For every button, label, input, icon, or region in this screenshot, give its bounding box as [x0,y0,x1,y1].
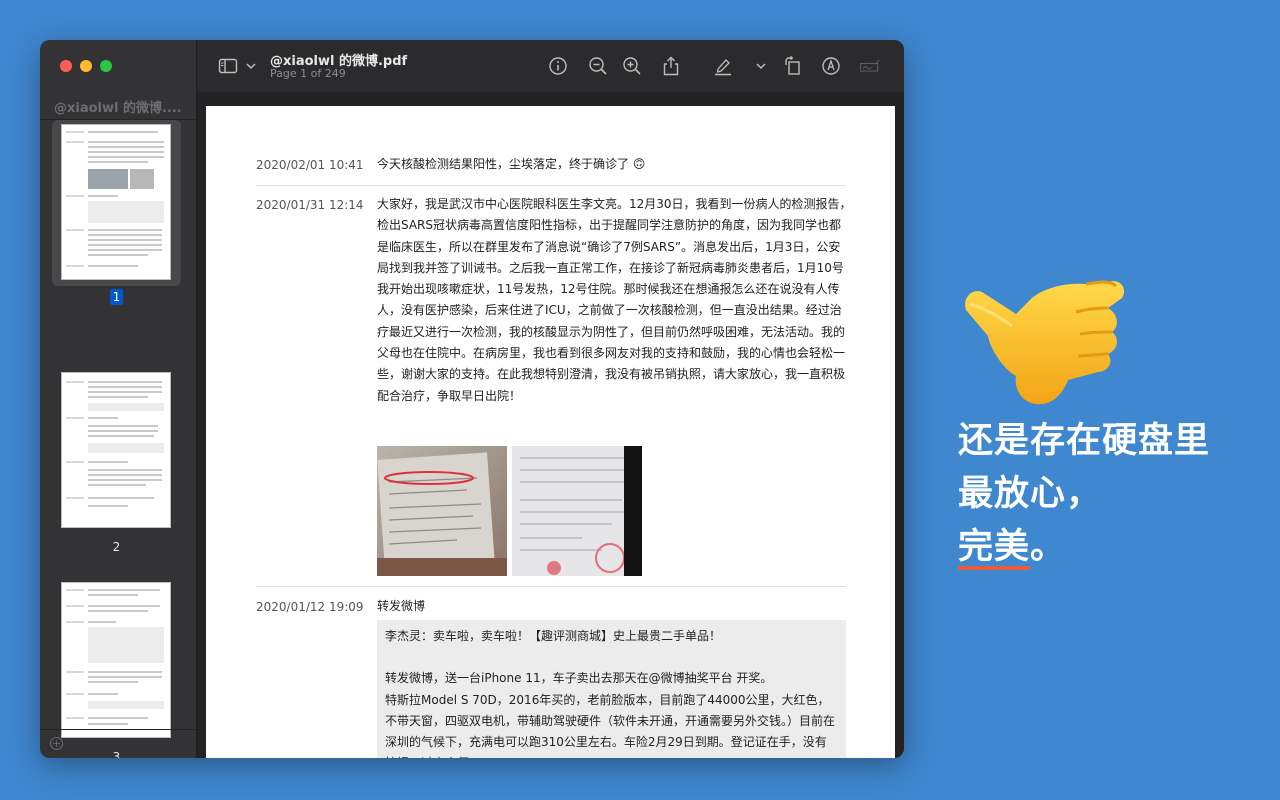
zoom-button[interactable] [100,60,112,72]
page-thumbnail-3[interactable] [62,583,170,737]
promo-line-2: 最放心， [958,474,1103,514]
pdf-page: 2020/02/01 10:41 今天核酸检测结果阳性，尘埃落定，终于确诊了 🙃… [206,106,895,758]
document-viewer[interactable]: 2020/02/01 10:41 今天核酸检测结果阳性，尘埃落定，终于确诊了 🙃… [197,92,904,758]
page-number-2: 2 [112,540,121,554]
thumbnail-list[interactable]: 1 2 3 [40,120,196,758]
entry-text: 大家好，我是武汉市中心医院眼科医生李文亮。12月30日，我看到一份病人的检测报告… [377,197,852,403]
quoted-post: 李杰灵：卖车啦，卖车啦！【趣评测商城】史上最贵二手单品！ 转发微博，送一台iPh… [377,620,846,758]
page-thumbnail-2[interactable] [62,373,170,527]
add-icon[interactable]: + [50,737,63,750]
close-button[interactable] [60,60,72,72]
sidebar-footer: + [40,729,196,758]
entry-date: 2020/02/01 10:41 [256,158,364,172]
entry-date: 2020/01/12 19:09 [256,600,364,614]
page-number-1: 1 [40,289,193,305]
photo-report-2[interactable] [512,446,642,576]
divider [256,185,846,186]
promo-text: 还是存在硬盘里 最放心， 完美。 [958,415,1210,574]
chevron-down-icon[interactable] [240,55,256,77]
entry-text: 转发微博 [377,599,426,613]
rotate-icon[interactable] [782,55,804,77]
sidebar-icon[interactable] [217,55,239,77]
promo-highlight: 完美 [958,521,1031,574]
entry-date: 2020/01/31 12:14 [256,198,364,212]
sidebar-title: @xiaolwl 的微博.... [54,101,182,116]
sidebar: @xiaolwl 的微博.... 1 2 3 + [40,40,197,758]
divider [256,586,846,587]
minimize-button[interactable] [80,60,92,72]
quote-line: 李杰灵：卖车啦，卖车啦！【趣评测商城】史上最贵二手单品！ [385,629,722,643]
markup-icon[interactable] [820,55,842,77]
quote-line: 特斯拉Model S 70D，2016年买的，老前脸版本，目前跑了44000公里… [385,692,836,758]
promo-punctuation: 。 [1030,527,1067,567]
hand-emoji-illustration [958,268,1138,413]
zoom-in-icon[interactable] [621,55,643,77]
info-icon[interactable] [547,55,569,77]
highlight-pen-icon[interactable] [712,55,734,77]
preview-window: @xiaolwl 的微博.... 1 2 3 + @xiaolwl 的微博.pd… [40,40,904,758]
photo-report-1[interactable] [377,446,507,576]
chevron-down-icon[interactable] [750,55,766,77]
zoom-out-icon[interactable] [587,55,609,77]
toolbar: @xiaolwl 的微博.pdf Page 1 of 249 [197,40,904,92]
window-controls [60,60,112,72]
promo-line-3: 完美。 [958,521,1210,574]
entry-text: 今天核酸检测结果阳性，尘埃落定，终于确诊了 🙃 [377,157,646,171]
share-icon[interactable] [660,55,682,77]
promo-line-1: 还是存在硬盘里 [958,421,1211,461]
signature-icon [859,55,885,77]
quote-line: 转发微博，送一台iPhone 11，车子卖出去那天在@微博抽奖平台 开奖。 [385,671,773,686]
page-indicator: Page 1 of 249 [270,67,346,80]
page-thumbnail-1[interactable] [62,125,170,279]
